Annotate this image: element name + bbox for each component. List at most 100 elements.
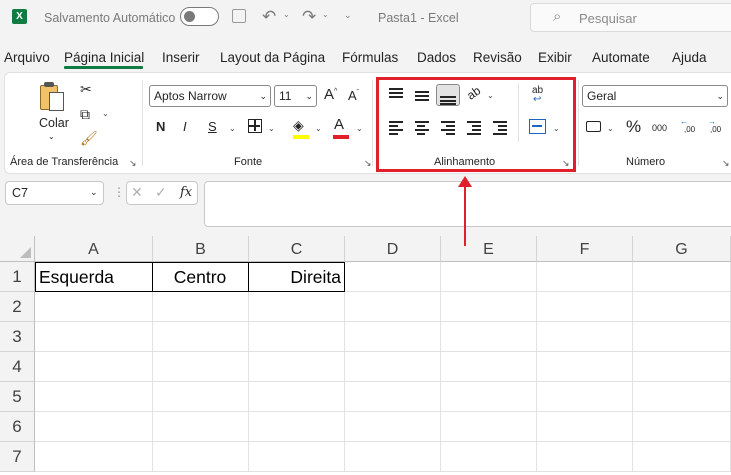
grid-cell[interactable] [35,292,153,322]
grid-cell[interactable] [633,382,731,412]
grid-cell[interactable] [35,352,153,382]
grid-cell[interactable] [345,442,441,472]
row-header-1[interactable]: 1 [0,262,35,292]
tab-exibir[interactable]: Exibir [538,50,572,65]
grid-cell[interactable] [249,442,345,472]
decrease-font-icon[interactable]: Aˇ [348,88,359,103]
font-color-icon[interactable]: A [334,116,344,133]
name-box-dropdown-icon[interactable]: ⌄ [90,187,98,198]
font-color-dropdown-icon[interactable]: ⌄ [356,124,363,133]
redo-icon[interactable]: ↷ [302,7,316,27]
cell-c1[interactable]: Direita [248,262,345,292]
insert-function-button[interactable]: fx [180,185,192,200]
grid-cell[interactable] [249,352,345,382]
column-header-b[interactable]: B [153,236,249,262]
select-all-corner[interactable] [0,236,35,262]
paste-icon[interactable] [40,82,66,112]
number-format-combo[interactable]: Geral ⌄ [582,85,728,107]
more-options-icon[interactable]: ⋮ [113,185,125,199]
grid-cell[interactable] [441,382,537,412]
cancel-icon[interactable]: ✕ [131,184,143,201]
font-launcher-icon[interactable]: ↘ [364,158,372,169]
accounting-dropdown-icon[interactable]: ⌄ [607,124,614,133]
grid-cell[interactable] [249,412,345,442]
formula-input[interactable] [204,181,731,227]
column-header-d[interactable]: D [345,236,441,262]
font-size-combo[interactable]: 11 ⌄ [274,85,317,107]
grid-cell[interactable] [153,442,249,472]
tab-ajuda[interactable]: Ajuda [672,50,707,65]
accounting-format-icon[interactable] [586,121,601,132]
paste-label[interactable]: Colar [39,116,69,130]
grid-cell[interactable] [537,322,633,352]
grid-cell[interactable] [633,322,731,352]
grid-cell[interactable] [537,292,633,322]
tab-automate[interactable]: Automate [592,50,650,65]
percent-style-button[interactable]: % [626,117,641,137]
grid-cell[interactable] [345,262,441,292]
grid-cell[interactable] [633,352,731,382]
bold-button[interactable]: N [156,119,165,134]
tab-pagina-inicial[interactable]: Página Inicial [64,50,144,65]
column-header-c[interactable]: C [249,236,345,262]
save-icon[interactable] [232,9,246,23]
italic-button[interactable]: I [183,119,187,134]
borders-icon[interactable] [248,119,262,133]
grid-cell[interactable] [249,322,345,352]
row-header-6[interactable]: 6 [0,412,35,442]
decrease-decimal-icon[interactable]: → ,00 [706,117,726,137]
grid-cell[interactable] [441,352,537,382]
undo-icon[interactable]: ↶ [262,7,276,27]
grid-cell[interactable] [35,382,153,412]
increase-decimal-icon[interactable]: ← ,00 [680,117,700,137]
tab-dados[interactable]: Dados [417,50,456,65]
grid-cell[interactable] [537,352,633,382]
grid-cell[interactable] [633,292,731,322]
grid-cell[interactable] [35,442,153,472]
row-header-5[interactable]: 5 [0,382,35,412]
tab-formulas[interactable]: Fórmulas [342,50,398,65]
grid-cell[interactable] [537,442,633,472]
increase-font-icon[interactable]: A^ [324,86,337,103]
enter-icon[interactable]: ✓ [155,184,167,201]
format-painter-icon[interactable]: 🖌 [80,128,98,148]
font-name-combo[interactable]: Aptos Narrow ⌄ [149,85,271,107]
column-header-g[interactable]: G [633,236,731,262]
grid-cell[interactable] [441,412,537,442]
column-header-f[interactable]: F [537,236,633,262]
grid-cell[interactable] [35,412,153,442]
tab-inserir[interactable]: Inserir [162,50,200,65]
cell-a1[interactable]: Esquerda [35,262,153,292]
grid-cell[interactable] [441,322,537,352]
grid-cell[interactable] [153,292,249,322]
column-header-e[interactable]: E [441,236,537,262]
tab-revisao[interactable]: Revisão [473,50,522,65]
grid-cell[interactable] [35,322,153,352]
autosave-toggle[interactable] [180,7,219,26]
clipboard-launcher-icon[interactable]: ↘ [129,158,137,169]
number-launcher-icon[interactable]: ↘ [722,158,730,169]
fill-color-icon[interactable]: ◈ [293,115,304,135]
row-header-3[interactable]: 3 [0,322,35,352]
borders-dropdown-icon[interactable]: ⌄ [268,124,275,133]
grid-cell[interactable] [345,322,441,352]
row-header-4[interactable]: 4 [0,352,35,382]
copy-icon[interactable]: ⧉ [80,104,90,124]
underline-button[interactable]: S [208,119,217,134]
grid-cell[interactable] [633,442,731,472]
grid-cell[interactable] [153,382,249,412]
quick-access-more-icon[interactable]: ⌄ [344,10,352,21]
row-header-7[interactable]: 7 [0,442,35,472]
undo-dropdown-icon[interactable]: ⌄ [283,10,290,19]
grid-cell[interactable] [345,292,441,322]
grid-cell[interactable] [249,382,345,412]
fill-color-dropdown-icon[interactable]: ⌄ [315,124,322,133]
tab-arquivo[interactable]: Arquivo [4,50,50,65]
grid-cell[interactable] [345,412,441,442]
cut-icon[interactable]: ✂ [80,79,92,99]
grid-cell[interactable] [441,292,537,322]
grid-cell[interactable] [537,382,633,412]
grid-cell[interactable] [153,412,249,442]
redo-dropdown-icon[interactable]: ⌄ [322,10,329,19]
grid-cell[interactable] [345,382,441,412]
